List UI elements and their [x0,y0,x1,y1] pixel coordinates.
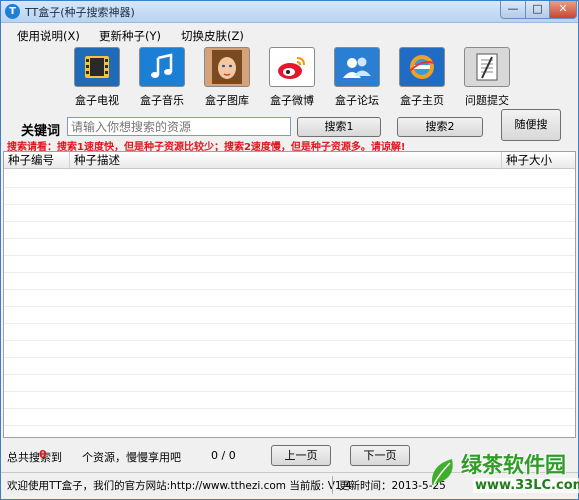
tool-homepage-label: 盒子主页 [400,94,444,107]
maximize-button[interactable]: □ [525,1,550,19]
table-row-line [4,408,575,409]
table-row-line [4,323,575,324]
table-row-line [4,255,575,256]
column-seed-size[interactable]: 种子大小 [502,152,575,169]
menu-switch-skin[interactable]: 切换皮肤(Z) [181,28,244,44]
close-button[interactable]: ✕ [549,1,577,19]
tool-gallery-label: 盒子图库 [205,94,249,107]
notebook-icon [464,47,510,87]
weibo-icon [269,47,315,87]
table-row-line [4,374,575,375]
tool-homepage[interactable]: 盒子主页 [392,47,452,109]
column-seed-id[interactable]: 种子编号 [4,152,70,169]
music-note-icon [139,47,185,87]
table-row-line [4,238,575,239]
tool-music[interactable]: 盒子音乐 [132,47,192,109]
ie-browser-icon [399,47,445,87]
portrait-icon [204,47,250,87]
tool-tv-label: 盒子电视 [75,94,119,107]
watermark-text: 绿茶软件园 [461,453,566,477]
result-suffix: 个资源，慢慢享用吧 [82,451,181,464]
menu-bar: 使用说明(X) 更新种子(Y) 切换皮肤(Z) [1,25,578,45]
search1-button[interactable]: 搜索1 [297,117,381,137]
table-row-line [4,187,575,188]
table-header: 种子编号 种子描述 种子大小 [4,152,575,169]
next-page-button[interactable]: 下一页 [350,445,410,466]
main-window: T TT盒子(种子搜索神器) — □ ✕ 使用说明(X) 更新种子(Y) 切换皮… [0,0,579,500]
tool-tv[interactable]: 盒子电视 [67,47,127,109]
toolbar: 盒子电视 盒子音乐 盒子图库 盒子微博 盒子论坛 盒子主页 问题提交 [1,47,578,109]
table-row-line [4,391,575,392]
tool-forum-label: 盒子论坛 [335,94,379,107]
search-input[interactable] [67,117,291,136]
result-prefix: 总共搜索到 [7,451,62,464]
minimize-button[interactable]: — [500,1,526,19]
tool-music-label: 盒子音乐 [140,94,184,107]
tool-forum[interactable]: 盒子论坛 [327,47,387,109]
menu-update-seeds[interactable]: 更新种子(Y) [99,28,161,44]
window-title: TT盒子(种子搜索神器) [25,6,135,19]
table-row-line [4,272,575,273]
watermark: 绿茶软件园 www.33LC.com [421,449,579,499]
title-bar[interactable]: T TT盒子(种子搜索神器) — □ ✕ [1,1,578,23]
table-row-line [4,340,575,341]
tool-feedback-label: 问题提交 [465,94,509,107]
watermark-url: www.33LC.com [473,478,579,493]
status-divider [332,476,333,494]
table-row-line [4,425,575,426]
tool-gallery[interactable]: 盒子图库 [197,47,257,109]
table-row-line [4,306,575,307]
leaf-logo-icon [431,459,453,485]
result-count: 0 [39,448,47,461]
tool-weibo[interactable]: 盒子微博 [262,47,322,109]
tool-feedback[interactable]: 问题提交 [457,47,517,109]
table-row-line [4,289,575,290]
random-search-button[interactable]: 随便搜 [501,109,561,141]
table-row-line [4,204,575,205]
table-row-line [4,221,575,222]
keyword-label: 关键词 [21,124,61,139]
app-icon: T [5,4,20,19]
search2-button[interactable]: 搜索2 [397,117,483,137]
film-icon [74,47,120,87]
table-row-line [4,357,575,358]
menu-help[interactable]: 使用说明(X) [17,28,80,44]
users-icon [334,47,380,87]
tool-weibo-label: 盒子微博 [270,94,314,107]
prev-page-button[interactable]: 上一页 [271,445,331,466]
results-table[interactable]: 种子编号 种子描述 种子大小 [3,151,576,438]
column-seed-description[interactable]: 种子描述 [70,152,502,169]
status-welcome: 欢迎使用TT盒子，我们的官方网站:http://www.tthezi.com 当… [7,480,352,492]
page-info: 0 / 0 [211,449,236,462]
